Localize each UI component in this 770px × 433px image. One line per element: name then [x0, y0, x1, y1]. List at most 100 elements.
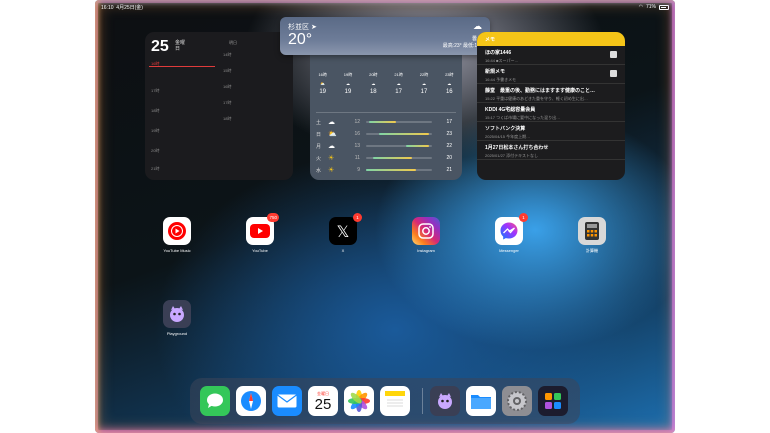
note-item[interactable]: 藤堂 最重の後、勤務にはますます健康のこと… 15:22 平重は健康のあどきた重を…	[477, 84, 625, 103]
app-library-icon[interactable]	[538, 386, 568, 416]
battery-percent: 71%	[645, 4, 656, 10]
calendar-now-line	[149, 66, 215, 67]
hourly-time: 20時	[369, 72, 378, 77]
status-bar: 16:10 4月25日(金) ◠ 71%	[101, 2, 669, 12]
daily-day: 土	[316, 119, 322, 126]
calendar-hour: 19時	[151, 128, 160, 133]
daily-day: 火	[316, 155, 322, 162]
partly-sunny-icon: ⛅	[328, 131, 337, 138]
calendar-hour: 15時	[223, 68, 232, 73]
partly-sunny-icon: ⛅	[320, 81, 326, 86]
hourly-temp: 18	[369, 89, 377, 95]
daily-high: 20	[446, 155, 452, 161]
files-icon[interactable]	[466, 386, 496, 416]
note-subtitle: 15:22 平重は健康のあどきた重を守り、軽く初め生に出…	[485, 96, 588, 101]
hourly-temp: 19	[319, 89, 326, 95]
daily-range-bar	[366, 133, 432, 135]
mail-icon[interactable]	[272, 386, 302, 416]
daily-low: 12	[354, 119, 360, 125]
hourly-item: 22時 ☁ 17	[420, 72, 428, 95]
hourly-temp: 17	[420, 89, 428, 95]
safari-icon[interactable]	[236, 386, 266, 416]
cloud-icon: ☁	[447, 81, 452, 86]
app-label: Playground	[166, 331, 188, 336]
calendar-hour: 18時	[151, 108, 160, 113]
calendar-hour: 16時	[223, 84, 232, 89]
app-x[interactable]: 𝕏 1 X	[323, 213, 363, 253]
sun-icon: ☀	[328, 155, 335, 162]
notification-badge: 1	[519, 213, 528, 222]
app-messenger[interactable]: 1 Messenger	[489, 213, 529, 253]
note-title: 新規メモ	[485, 69, 506, 75]
calendar-hour: 14時	[223, 52, 232, 57]
calendar-header: 明日	[229, 40, 237, 45]
weather-daily: 土 ☁ 12 17 日 ⛅ 16 23 月 ☁ 13 22 火 ☀ 11 20 水 ☀ 9 21	[316, 116, 452, 176]
hourly-time: 19時	[343, 72, 353, 77]
wifi-icon: ◠	[638, 4, 643, 10]
note-subtitle: 16:44 ■スーパー…	[485, 58, 519, 63]
app-label: 計算機	[586, 248, 598, 253]
daily-day: 月	[316, 143, 322, 150]
calendar-weekday: 金曜日	[175, 40, 186, 52]
playground-icon[interactable]	[430, 386, 460, 416]
note-item[interactable]: ソフトバンク決算 2025/04/15 今年度上期…	[477, 122, 625, 141]
app-label: Messenger	[499, 248, 519, 253]
ipad-screen: 16:10 4月25日(金) ◠ 71% 25 金曜日 明日 16時 17時 1…	[95, 0, 675, 433]
cloud-icon: ☁	[328, 119, 335, 126]
x-logo-icon: 𝕏 1	[329, 213, 362, 245]
app-instagram[interactable]: Instagram	[406, 217, 446, 253]
settings-icon[interactable]	[502, 386, 532, 416]
hourly-time: 21時	[394, 72, 403, 77]
youtube-music-icon	[163, 217, 191, 245]
note-thumbnail	[610, 70, 617, 77]
daily-range-bar	[366, 169, 432, 171]
app-youtube[interactable]: 750 YouTube	[240, 213, 280, 253]
dock: 金曜日 25	[190, 378, 580, 424]
daily-forecast-row: 火 ☀ 11 20	[316, 152, 452, 164]
weather-banner[interactable]: 杉並区 ➤ 20° ☁ 曇り 最高:23° 最低:15°	[280, 17, 490, 55]
hourly-item: 23時 ☁ 16	[445, 72, 453, 95]
note-item[interactable]: 新規メモ 16:44 予書きメモ	[477, 65, 625, 84]
status-date: 4月25日(金)	[116, 4, 143, 11]
app-playground[interactable]: Playground	[157, 300, 197, 336]
daily-forecast-row: 土 ☁ 12 17	[316, 116, 452, 128]
daily-forecast-row: 日 ⛅ 16 23	[316, 128, 452, 140]
calendar-hour: 21時	[151, 166, 160, 171]
cloud-icon: ☁	[396, 81, 401, 86]
daily-range-bar	[366, 145, 432, 147]
cloud-icon: ☁	[371, 81, 376, 86]
daily-low: 13	[354, 143, 360, 149]
daily-low: 11	[354, 155, 360, 161]
calendar-hour: 20時	[151, 148, 160, 153]
app-label: YouTube	[252, 248, 268, 253]
note-title: ソフトバンク決算	[485, 126, 526, 132]
weather-current-temp: 20°	[288, 31, 313, 48]
youtube-icon: 750	[246, 213, 279, 245]
instagram-icon	[412, 217, 440, 245]
daily-low: 9	[357, 167, 360, 173]
calendar-icon[interactable]: 金曜日 25	[308, 386, 338, 416]
daily-high: 22	[446, 143, 452, 149]
note-thumbnail	[610, 51, 617, 58]
daily-forecast-row: 水 ☀ 9 21	[316, 164, 452, 176]
calendar-hour: 17時	[151, 88, 160, 93]
messages-icon[interactable]	[200, 386, 230, 416]
calculator-icon	[578, 217, 606, 245]
hourly-temp: 17	[395, 89, 402, 95]
calendar-widget[interactable]: 25 金曜日 明日 16時 17時 18時 19時 20時 21時 14時 15…	[145, 32, 293, 180]
dock-calendar-day: 25	[314, 395, 332, 413]
messenger-icon: 1	[495, 213, 528, 245]
daily-high: 21	[446, 167, 452, 173]
notification-badge: 1	[353, 213, 362, 222]
hourly-time: 23時	[445, 72, 454, 77]
notes-icon[interactable]	[380, 386, 410, 416]
note-item[interactable]: 1月27日松本さん打ち合わせ 2025/01/27 添付テキストなし	[477, 141, 625, 160]
note-item[interactable]: ほの家1446 16:44 ■スーパー…	[477, 46, 625, 65]
hourly-time: 22時	[419, 72, 429, 77]
photos-icon[interactable]	[344, 386, 374, 416]
notes-widget[interactable]: メモ ほの家1446 16:44 ■スーパー… 新規メモ 16:44 予書きメモ 藤…	[477, 32, 625, 180]
note-subtitle: 15:17 つくば市場に要中になった混り出…	[485, 115, 561, 120]
note-item[interactable]: KDDI 4G宅総容量会員 15:17 つくば市場に要中になった混り出…	[477, 103, 625, 122]
app-calculator[interactable]: 計算機	[572, 217, 612, 254]
app-youtube-music[interactable]: YouTube Music	[157, 217, 197, 253]
